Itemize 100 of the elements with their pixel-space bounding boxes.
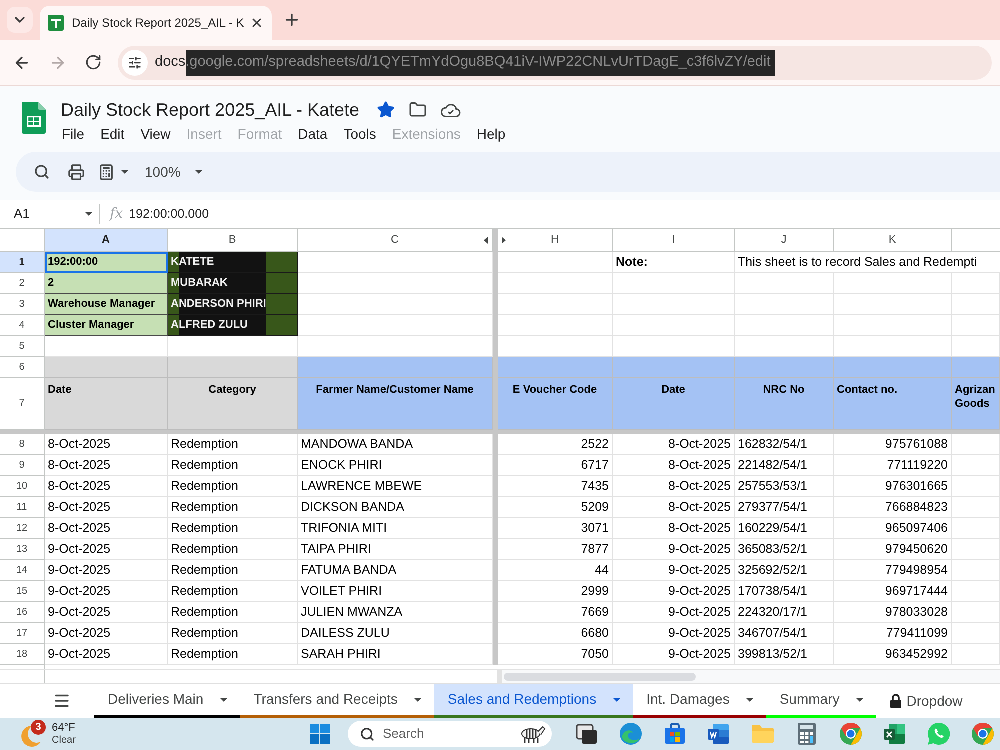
table-cell: 9-Oct-2025: [45, 581, 168, 602]
printer-icon[interactable]: [68, 164, 85, 180]
menu-item[interactable]: File: [54, 124, 93, 144]
table-cell: 8-Oct-2025: [45, 455, 168, 476]
table-cell: 978033028: [834, 602, 952, 623]
table-cell: Category: [168, 378, 298, 430]
temperature-text: 64°F: [52, 722, 76, 734]
menu-item[interactable]: Data: [290, 124, 336, 144]
table-cell: 2: [45, 273, 168, 294]
table-cell: Date: [613, 378, 735, 430]
table-cell: 771119220: [834, 455, 952, 476]
menu-item[interactable]: Tools: [336, 124, 384, 144]
browser-tab[interactable]: Daily Stock Report 2025_AIL - K: [40, 6, 272, 40]
table-cell: Redemption: [168, 518, 298, 539]
star-icon[interactable]: [376, 101, 394, 119]
menu-icon: [53, 692, 71, 710]
document-app-icon[interactable]: [707, 722, 731, 746]
table-cell: Agrizan Goods: [952, 378, 1000, 430]
table-cell: 365083/52/1: [735, 539, 834, 560]
menu-item[interactable]: Help: [468, 124, 514, 144]
spreadsheet-logo-icon[interactable]: [22, 102, 46, 134]
table-cell: ALFRED ZULU: [168, 315, 298, 336]
table-cell: 9-Oct-2025: [613, 623, 735, 644]
table-cell: Redemption: [168, 476, 298, 497]
caret-down-icon: [121, 170, 129, 174]
start-windows-icon[interactable]: [310, 724, 330, 744]
table-cell: 5209: [498, 497, 613, 518]
table-cell: 8-Oct-2025: [613, 518, 735, 539]
search-field[interactable]: Search: [348, 721, 552, 747]
table-cell: 6680: [498, 623, 613, 644]
table-cell: 2999: [498, 581, 613, 602]
horizontal-scrollbar-thumb[interactable]: [504, 672, 696, 680]
format-menu-button[interactable]: [98, 164, 129, 180]
table-cell: Redemption: [168, 539, 298, 560]
shopping-bag-icon[interactable]: [663, 722, 687, 746]
weather-condition-text: Clear: [52, 734, 76, 746]
table-cell: 963452992: [834, 644, 952, 665]
table-cell: VOILET PHIRI: [298, 581, 493, 602]
table-cell: 8-Oct-2025: [613, 455, 735, 476]
chrome-icon[interactable]: [971, 722, 995, 746]
table-cell: E Voucher Code: [498, 378, 613, 430]
table-cell: 44: [498, 560, 613, 581]
table-cell: 766884823: [834, 497, 952, 518]
table-cell: 9-Oct-2025: [45, 602, 168, 623]
table-cell: Redemption: [168, 602, 298, 623]
search-icon[interactable]: [34, 164, 50, 180]
chrome-icon[interactable]: [839, 722, 863, 746]
table-cell: 9-Oct-2025: [613, 560, 735, 581]
document-title[interactable]: Daily Stock Report 2025_AIL - Katete: [61, 96, 360, 124]
tab-list-button[interactable]: [7, 7, 33, 33]
formula-input-field[interactable]: 192:00:00.000: [129, 200, 1000, 228]
menu-item[interactable]: View: [132, 124, 179, 144]
table-cell: Redemption: [168, 644, 298, 665]
table-cell: Warehouse Manager: [45, 294, 168, 315]
table-cell: 170738/54/1: [735, 581, 834, 602]
table-cell: 325692/52/1: [735, 560, 834, 581]
table-cell: SARAH PHIRI: [298, 644, 493, 665]
table-cell: LAWRENCE MBEWE: [298, 476, 493, 497]
table-cell: 8-Oct-2025: [45, 497, 168, 518]
caret-down-icon: [194, 170, 203, 174]
cloud-check-icon[interactable]: [440, 102, 460, 118]
table-cell: 3071: [498, 518, 613, 539]
table-cell: 975761088: [834, 434, 952, 455]
stacked-windows-icon[interactable]: [575, 722, 599, 746]
table-cell: 9-Oct-2025: [45, 560, 168, 581]
menu-item[interactable]: Edit: [92, 124, 133, 144]
caret-down-icon: [414, 698, 422, 702]
spreadsheet-app-icon[interactable]: [883, 722, 907, 746]
table-cell: TAIPA PHIRI: [298, 539, 493, 560]
table-cell: DICKSON BANDA: [298, 497, 493, 518]
browser-swirl-icon[interactable]: [619, 722, 643, 746]
table-cell: 976301665: [834, 476, 952, 497]
calculator-icon: [98, 164, 115, 180]
table-cell: 969717444: [834, 581, 952, 602]
table-cell: ANDERSON PHIRI: [168, 294, 298, 315]
zoom-select[interactable]: 100%: [145, 162, 203, 182]
folder-icon[interactable]: [408, 101, 426, 119]
table-cell: MANDOWA BANDA: [298, 434, 493, 455]
name-box-field[interactable]: A1: [0, 200, 99, 228]
table-cell: NRC No: [735, 378, 834, 430]
table-cell: Redemption: [168, 434, 298, 455]
table-cell: Redemption: [168, 560, 298, 581]
table-cell: JULIEN MWANZA: [298, 602, 493, 623]
table-cell: 9-Oct-2025: [613, 539, 735, 560]
table-cell: 7669: [498, 602, 613, 623]
table-cell: Date: [45, 378, 168, 430]
reload-icon[interactable]: [85, 54, 102, 71]
table-cell: Farmer Name/Customer Name: [298, 378, 493, 430]
table-cell: 8-Oct-2025: [613, 497, 735, 518]
close-icon[interactable]: [250, 16, 264, 30]
sheet-tab[interactable]: Sales and Redemptions: [434, 684, 633, 718]
caret-down-icon: [612, 698, 621, 702]
table-cell: 8-Oct-2025: [613, 476, 735, 497]
site-info-button[interactable]: [122, 50, 148, 76]
table-cell: 7435: [498, 476, 613, 497]
table-cell: MUBARAK: [168, 273, 298, 294]
table-cell: Contact no.: [834, 378, 952, 430]
new-tab-icon[interactable]: [283, 11, 301, 29]
calculator-app-icon[interactable]: [795, 722, 819, 746]
table-cell: 8-Oct-2025: [45, 434, 168, 455]
